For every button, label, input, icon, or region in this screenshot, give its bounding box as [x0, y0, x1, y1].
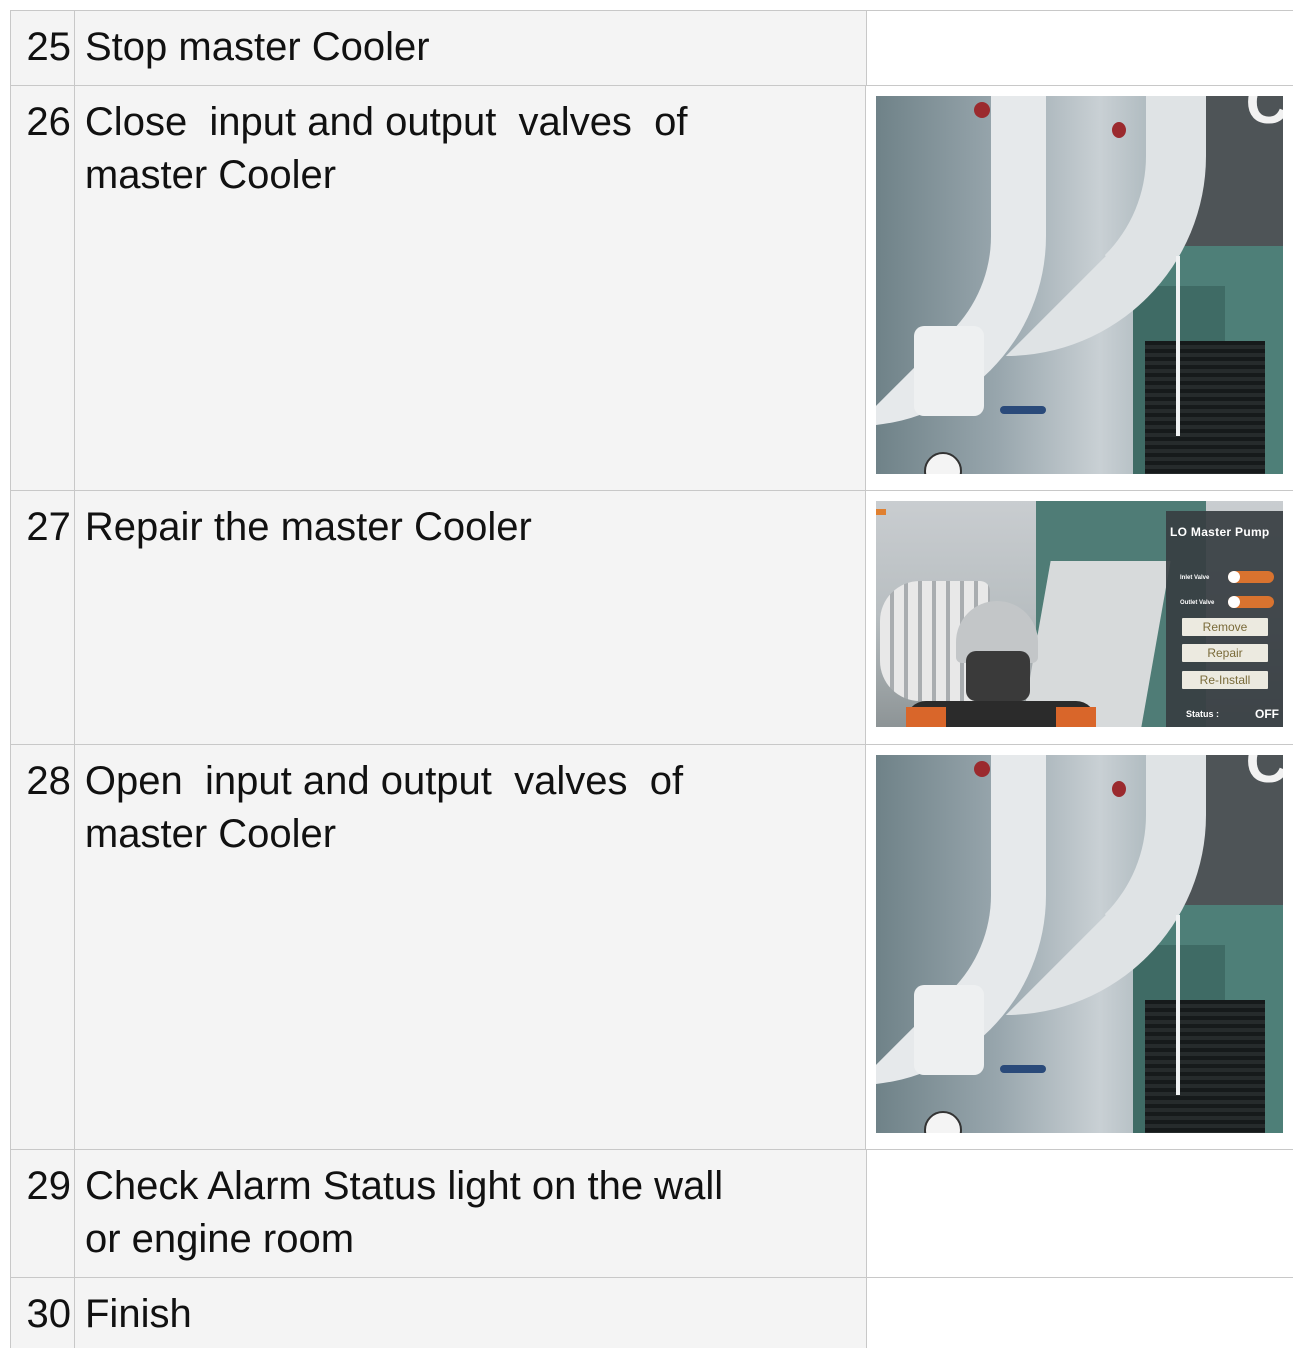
red-knob [974, 761, 990, 777]
outlet-valve-label: Outlet Valve [1180, 600, 1215, 606]
table-row: 27 Repair the master Cooler LO Master Pu… [10, 491, 1293, 745]
valve-handle [1000, 406, 1046, 414]
outlet-valve-toggle[interactable] [1228, 596, 1274, 608]
step-description: Stop master Cooler [74, 11, 866, 85]
pipe-flange [914, 985, 984, 1075]
red-knob [974, 102, 990, 118]
status-label: Status : [1186, 709, 1220, 719]
procedure-table: 25 Stop master Cooler 26 Close input and… [10, 10, 1293, 1348]
status-value: OFF [1255, 707, 1279, 721]
step-number: 28 [10, 745, 74, 1149]
inlet-valve-label: Inlet Valve [1180, 575, 1210, 581]
cooler-plates [1145, 341, 1265, 474]
step-description: Close input and output valves of master … [73, 86, 865, 490]
step-image-cell: C [865, 745, 1293, 1149]
safety-vest [906, 707, 946, 727]
red-knob [1112, 781, 1126, 797]
corner-badge [876, 509, 886, 515]
step-description: Open input and output valves of master C… [73, 745, 865, 1149]
step-description: Repair the master Cooler [73, 491, 865, 744]
cooler-plates [1145, 1000, 1265, 1133]
inlet-valve-toggle[interactable] [1228, 571, 1274, 583]
gauge-icon [924, 452, 962, 474]
table-row: 30 Finish [10, 1278, 1293, 1348]
pump-control-panel: LO Master Pump Inlet Valve Outlet Valve … [1166, 511, 1283, 727]
cooler-pipes-screenshot: C [876, 96, 1283, 474]
remove-button[interactable]: Remove [1182, 618, 1268, 636]
table-row: 25 Stop master Cooler [10, 11, 1293, 86]
step-number: 30 [10, 1278, 74, 1348]
safety-vest [1056, 707, 1096, 727]
sign-partial-text: C [1245, 755, 1283, 795]
repair-panel-screenshot: LO Master Pump Inlet Valve Outlet Valve … [876, 501, 1283, 727]
step-number: 26 [10, 86, 74, 490]
step-image-cell: LO Master Pump Inlet Valve Outlet Valve … [865, 491, 1293, 744]
table-row: 29 Check Alarm Status light on the wall … [10, 1150, 1293, 1278]
valve-handle [1000, 1065, 1046, 1073]
pipe-flange [914, 326, 984, 416]
red-knob [1112, 122, 1126, 138]
repair-button[interactable]: Repair [1182, 644, 1268, 662]
cooler-pipes-screenshot: C [876, 755, 1283, 1133]
step-image-cell [866, 1150, 1293, 1277]
step-number: 29 [10, 1150, 74, 1277]
table-row: 28 Open input and output valves of maste… [10, 745, 1293, 1150]
reinstall-button[interactable]: Re-Install [1182, 671, 1268, 689]
gauge-icon [924, 1111, 962, 1133]
rod [1176, 915, 1180, 1095]
worker-head [966, 651, 1030, 701]
step-number: 27 [10, 491, 74, 744]
step-number: 25 [10, 11, 74, 85]
sign-partial-text: C [1245, 96, 1283, 136]
step-image-cell [866, 11, 1293, 85]
step-description: Finish [74, 1278, 866, 1348]
rod [1176, 256, 1180, 436]
step-image-cell [866, 1278, 1293, 1348]
panel-title: LO Master Pump [1170, 525, 1270, 539]
table-row: 26 Close input and output valves of mast… [10, 86, 1293, 491]
step-description: Check Alarm Status light on the wall or … [74, 1150, 866, 1277]
step-image-cell: C [865, 86, 1293, 490]
